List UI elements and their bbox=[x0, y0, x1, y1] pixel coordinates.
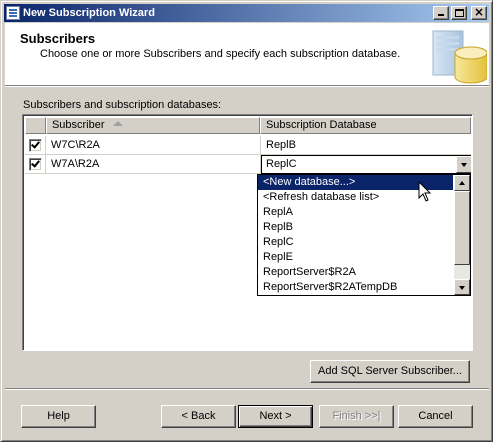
grid-header: Subscriber Subscription Database bbox=[25, 117, 471, 134]
sort-ascending-icon bbox=[112, 121, 123, 126]
scroll-down-button[interactable] bbox=[454, 279, 470, 295]
help-button[interactable]: Help bbox=[21, 405, 96, 428]
title-bar[interactable]: New Subscription Wizard × bbox=[4, 4, 489, 22]
finish-button[interactable]: Finish >>| bbox=[319, 405, 394, 428]
combo-dropdown-button[interactable] bbox=[456, 156, 471, 173]
maximize-icon bbox=[455, 9, 464, 17]
list-item[interactable]: ReportServer$R2A bbox=[258, 265, 453, 280]
list-item[interactable]: ReplC bbox=[258, 235, 453, 250]
header-subscriber[interactable]: Subscriber bbox=[45, 117, 260, 134]
subscriber-cell[interactable]: W7A\R2A bbox=[46, 155, 261, 174]
list-item[interactable]: ReplB bbox=[258, 220, 453, 235]
list-item[interactable]: ReplA bbox=[258, 205, 453, 220]
mouse-cursor-icon bbox=[418, 181, 432, 202]
header-check-column[interactable] bbox=[25, 117, 46, 134]
list-item[interactable]: ReportServer$R2ATempDB bbox=[258, 280, 453, 295]
database-cell[interactable]: ReplB bbox=[261, 136, 471, 155]
table-row[interactable]: W7C\R2A ReplB bbox=[25, 136, 471, 155]
subscriber-cell[interactable]: W7C\R2A bbox=[46, 136, 261, 155]
back-button[interactable]: < Back bbox=[161, 405, 236, 428]
header-subscription-database[interactable]: Subscription Database bbox=[259, 117, 471, 134]
cancel-button[interactable]: Cancel bbox=[398, 405, 473, 428]
subscriber-checkbox[interactable] bbox=[29, 158, 42, 171]
dropdown-scrollbar[interactable] bbox=[454, 175, 470, 295]
app-icon bbox=[6, 6, 20, 20]
subscriber-checkbox[interactable] bbox=[29, 139, 42, 152]
scroll-up-button[interactable] bbox=[454, 175, 470, 191]
minimize-button[interactable] bbox=[433, 6, 449, 20]
page-subtitle: Choose one or more Subscribers and speci… bbox=[40, 48, 401, 60]
scroll-thumb[interactable] bbox=[454, 191, 470, 265]
window-title: New Subscription Wizard bbox=[23, 7, 155, 19]
database-graphic-icon bbox=[429, 23, 487, 85]
page-title: Subscribers bbox=[20, 31, 96, 46]
add-sql-server-subscriber-button[interactable]: Add SQL Server Subscriber... bbox=[310, 360, 470, 383]
next-button[interactable]: Next > bbox=[238, 405, 313, 428]
database-dropdown-list[interactable]: <New database...> <Refresh database list… bbox=[257, 174, 471, 296]
chevron-down-icon bbox=[461, 163, 467, 167]
wizard-window: New Subscription Wizard × Subscribers Ch… bbox=[0, 0, 493, 442]
chevron-down-icon bbox=[459, 286, 465, 290]
close-icon: × bbox=[473, 5, 485, 19]
grid-label: Subscribers and subscription databases: bbox=[23, 99, 222, 111]
wizard-header: Subscribers Choose one or more Subscribe… bbox=[5, 23, 489, 85]
table-row[interactable]: W7A\R2A ReplC bbox=[25, 155, 471, 174]
maximize-button[interactable] bbox=[451, 6, 467, 20]
list-item[interactable]: ReplE bbox=[258, 250, 453, 265]
minimize-icon bbox=[438, 14, 444, 16]
chevron-up-icon bbox=[459, 181, 465, 185]
close-button[interactable]: × bbox=[471, 5, 487, 20]
database-combo[interactable]: ReplC bbox=[261, 155, 471, 174]
